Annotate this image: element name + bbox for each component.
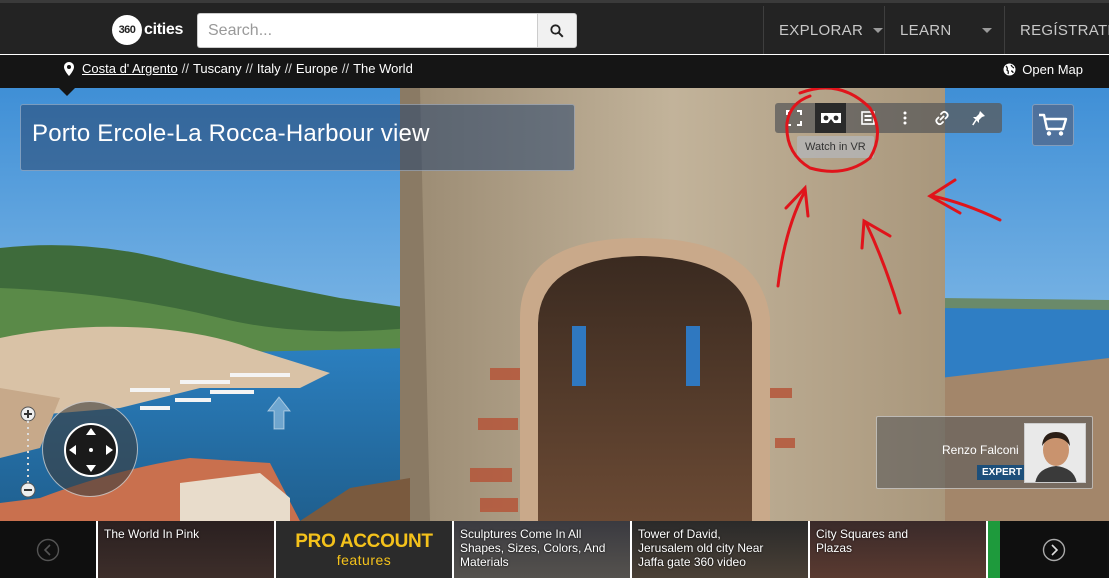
featured-card-title: Tower of David, Jerusalem old city Near … <box>638 527 764 569</box>
page-title: Porto Ercole-La Rocca-Harbour view <box>32 120 430 147</box>
nav-divider <box>884 6 885 54</box>
hotspot-arrow-icon[interactable] <box>266 395 292 431</box>
logo-word: cities <box>144 21 184 38</box>
breadcrumb-separator: // <box>284 61 292 76</box>
direction-arrows-icon <box>64 423 118 477</box>
expert-badge: EXPERT <box>977 465 1028 480</box>
author-card[interactable]: Renzo Falconi EXPERT <box>876 416 1093 489</box>
pin-icon <box>971 111 985 126</box>
watch-vr-button[interactable] <box>815 103 846 133</box>
open-map-link[interactable]: Open Map <box>1003 62 1083 77</box>
featured-card[interactable]: Sculptures Come In All Shapes, Sizes, Co… <box>454 521 632 578</box>
nav-learn-label: LEARN <box>900 21 952 39</box>
search-bar <box>197 13 577 48</box>
share-link-button[interactable] <box>926 103 957 133</box>
breadcrumb-item[interactable]: Tuscany <box>193 61 242 76</box>
breadcrumb: Costa d' Argento // Tuscany // Italy // … <box>64 61 413 76</box>
more-vertical-icon <box>903 111 906 125</box>
breadcrumb-bar: Costa d' Argento // Tuscany // Italy // … <box>0 54 1109 88</box>
search-input[interactable] <box>197 13 537 48</box>
fullscreen-button[interactable] <box>778 103 809 133</box>
strip-prev-button[interactable] <box>0 521 98 578</box>
nav-explore[interactable]: EXPLORAR <box>779 6 884 54</box>
author-name[interactable]: Renzo Falconi <box>942 443 1019 457</box>
featured-card[interactable]: The World In Pink <box>98 521 276 578</box>
chevron-down-icon <box>981 27 992 33</box>
gallery-icon <box>860 111 875 125</box>
vr-tooltip: Watch in VR <box>797 136 874 158</box>
logo-mark: 360 <box>112 15 142 45</box>
nav-learn[interactable]: LEARN <box>900 6 1004 54</box>
fullscreen-icon <box>785 110 802 126</box>
navigation-pad[interactable] <box>42 401 138 497</box>
featured-card-title: City Squares and Plazas <box>816 527 909 555</box>
pro-account-card[interactable]: PRO ACCOUNT features <box>276 521 454 578</box>
more-options-button[interactable] <box>889 103 920 133</box>
search-icon <box>550 23 564 38</box>
featured-strip: The World In Pink PRO ACCOUNT features S… <box>0 521 1109 578</box>
shopping-cart-icon <box>1039 113 1068 136</box>
nav-explore-label: EXPLORAR <box>779 21 864 39</box>
breadcrumb-item[interactable]: The World <box>353 61 413 76</box>
search-button[interactable] <box>537 13 577 48</box>
author-avatar[interactable] <box>1024 423 1086 483</box>
gallery-button[interactable] <box>852 103 883 133</box>
breadcrumb-separator: // <box>245 61 253 76</box>
pin-button[interactable] <box>963 103 994 133</box>
breadcrumb-separator: // <box>341 61 350 76</box>
nav-register[interactable]: REGÍSTRATE/I <box>1020 6 1109 54</box>
breadcrumb-pointer <box>58 87 76 96</box>
featured-card-title: The World In Pink <box>104 527 200 541</box>
viewer-toolbar <box>775 103 1002 133</box>
chevron-right-icon <box>1042 538 1065 561</box>
featured-card-partial[interactable] <box>988 521 1000 578</box>
breadcrumb-item[interactable]: Europe <box>296 61 338 76</box>
nav-register-label: REGÍSTRATE/I <box>1020 21 1109 39</box>
pro-account-title: PRO ACCOUNT <box>295 531 433 552</box>
featured-card[interactable]: Tower of David, Jerusalem old city Near … <box>632 521 810 578</box>
open-map-label: Open Map <box>1022 62 1083 77</box>
breadcrumb-item[interactable]: Costa d' Argento <box>82 61 178 76</box>
featured-card[interactable]: City Squares and Plazas <box>810 521 988 578</box>
top-navbar: 360 cities EXPLORAR LEARN REGÍSTRATE/I <box>0 0 1109 54</box>
globe-icon <box>1003 63 1016 76</box>
pro-account-subtitle: features <box>336 552 392 568</box>
panorama-viewer[interactable]: Porto Ercole-La Rocca-Harbour view Watch… <box>0 88 1109 521</box>
nav-divider <box>1004 6 1005 54</box>
nav-divider <box>763 6 764 54</box>
site-logo[interactable]: 360 cities <box>112 15 183 45</box>
breadcrumb-separator: // <box>181 61 189 76</box>
strip-next-button[interactable] <box>1000 521 1107 578</box>
title-panel: Porto Ercole-La Rocca-Harbour view <box>20 104 575 171</box>
zoom-control[interactable] <box>18 406 38 498</box>
location-pin-icon <box>64 61 74 76</box>
chevron-left-icon <box>36 538 60 561</box>
cart-button[interactable] <box>1032 104 1074 146</box>
breadcrumb-item[interactable]: Italy <box>257 61 281 76</box>
featured-card-title: Sculptures Come In All Shapes, Sizes, Co… <box>460 527 606 569</box>
author-photo <box>1025 424 1085 482</box>
link-icon <box>934 110 949 126</box>
vr-headset-icon <box>820 113 841 123</box>
chevron-down-icon <box>873 27 884 33</box>
